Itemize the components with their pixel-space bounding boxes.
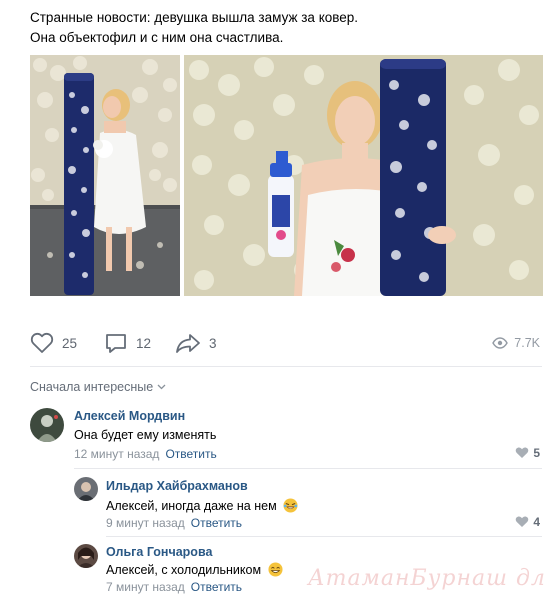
rofl-emoji-icon	[283, 498, 298, 513]
heart-icon	[30, 332, 54, 353]
watermark: АтаманБурнаш для ЯП	[308, 566, 546, 591]
heart-icon	[516, 516, 529, 527]
post-text-line-2: Она объектофил и с ним она счастлива.	[30, 30, 284, 45]
share-count: 3	[209, 335, 217, 351]
comment-button[interactable]: 12	[104, 330, 151, 356]
comment-meta: 12 минут назад Ответить	[74, 447, 217, 461]
avatar[interactable]	[30, 408, 64, 442]
comment-like-count: 4	[533, 515, 540, 529]
like-button[interactable]: 25	[30, 330, 77, 356]
share-button[interactable]: 3	[175, 330, 217, 356]
comment-author[interactable]: Алексей Мордвин	[74, 409, 185, 423]
share-arrow-icon	[176, 334, 200, 353]
comment-like-count: 5	[533, 446, 540, 460]
reply-button[interactable]: Ответить	[165, 447, 216, 461]
comment-icon	[106, 334, 126, 353]
views-counter: 7.7K	[492, 330, 540, 356]
grin-emoji-icon	[268, 562, 283, 577]
divider	[106, 536, 542, 537]
comment-text-content: Алексей, иногда даже на нем	[106, 499, 277, 513]
post-actions-bar: 25 12 3 7.7K	[30, 330, 542, 356]
heart-icon	[516, 447, 529, 458]
comment: Алексей Мордвин Она будет ему изменять 1…	[0, 400, 546, 468]
chevron-down-icon	[157, 382, 166, 392]
comment-text: Она будет ему изменять	[74, 428, 217, 442]
comment-reply: Ильдар Хайбрахманов Алексей, иногда даже…	[0, 472, 546, 536]
comment-count: 12	[136, 335, 152, 351]
comment-meta: 9 минут назад Ответить	[106, 516, 242, 530]
divider	[74, 468, 542, 469]
post-text: Странные новости: девушка вышла замуж за…	[30, 8, 530, 48]
post-text-line-1: Странные новости: девушка вышла замуж за…	[30, 10, 359, 25]
comment-author[interactable]: Ильдар Хайбрахманов	[106, 479, 248, 493]
like-count: 25	[62, 335, 78, 351]
comment-time[interactable]: 9 минут назад	[106, 516, 185, 530]
comments-sort-label: Сначала интересные	[30, 380, 154, 394]
eye-icon	[492, 337, 509, 349]
photo-bride-with-carpet-and-cleaner[interactable]	[184, 55, 543, 296]
reply-button[interactable]: Ответить	[191, 580, 242, 594]
comment-like-button[interactable]: 4	[515, 515, 540, 529]
comment-time[interactable]: 7 минут назад	[106, 580, 185, 594]
comment-like-button[interactable]: 5	[515, 446, 540, 460]
comment-time[interactable]: 12 минут назад	[74, 447, 159, 461]
comment-author[interactable]: Ольга Гончарова	[106, 545, 212, 559]
comment-meta: 7 минут назад Ответить	[106, 580, 242, 594]
avatar[interactable]	[74, 477, 98, 501]
views-count: 7.7K	[514, 336, 540, 350]
comments-sort-dropdown[interactable]: Сначала интересные	[30, 380, 166, 394]
reply-button[interactable]: Ответить	[191, 516, 242, 530]
comment-text-content: Алексей, с холодильником	[106, 563, 262, 577]
divider	[30, 366, 542, 367]
comment-text: Алексей, с холодильником	[106, 562, 283, 577]
photo-bride-kissing-carpet[interactable]	[30, 55, 180, 296]
comment-text: Алексей, иногда даже на нем	[106, 498, 298, 513]
avatar[interactable]	[74, 544, 98, 568]
